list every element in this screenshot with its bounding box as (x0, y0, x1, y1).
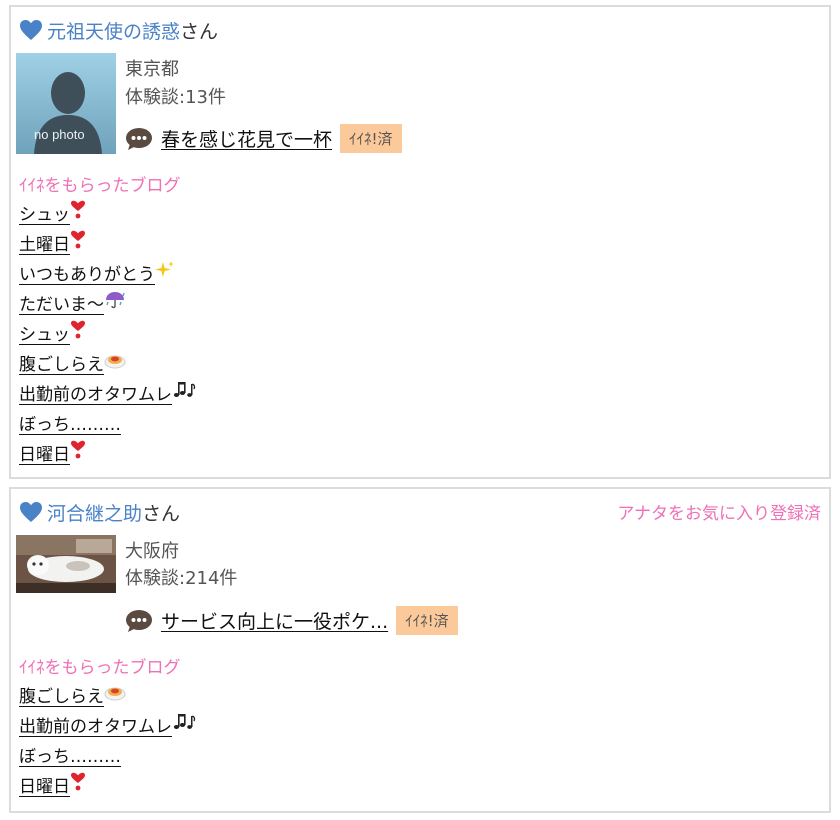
liked-blog-item: ぼっち……… (19, 742, 196, 772)
liked-blog-item: ぼっち……… (19, 410, 196, 440)
liked-blog-item: 土曜日 (19, 230, 196, 260)
favorite-status: アナタをお気に入り登録済 (617, 504, 821, 524)
prefecture: 東京都 (125, 59, 179, 80)
musical-notes-icon (172, 380, 196, 410)
review-count: 体験談:214件 (125, 568, 238, 589)
spaghetti-icon (104, 682, 126, 712)
honorific: さん (142, 502, 181, 525)
liked-blog-item: 日曜日 (19, 772, 196, 802)
liked-blog-link[interactable]: シュッ (19, 320, 86, 345)
user-name-row: 河合継之助 さん (19, 499, 180, 525)
avatar[interactable] (16, 535, 116, 593)
liked-blog-item: 出勤前のオタワムレ (19, 380, 196, 410)
latest-blog-row: サービス向上に一役ポケ... ｲｲﾈ!済 (125, 606, 458, 635)
liked-blog-link[interactable]: 出勤前のオタワムレ (19, 714, 196, 737)
liked-blog-item: 出勤前のオタワムレ (19, 712, 196, 742)
user-name-link[interactable]: 河合継之助 (47, 499, 142, 526)
user-card: 河合継之助 さん アナタをお気に入り登録済 大阪府 体験談:214件 サービス向… (9, 487, 831, 813)
speech-bubble-icon (126, 609, 152, 632)
heart-icon (20, 502, 42, 522)
liked-blog-item: 腹ごしらえ (19, 350, 196, 380)
liked-blog-link[interactable]: 腹ごしらえ (19, 687, 126, 707)
iine-done-badge: ｲｲﾈ!済 (396, 606, 458, 635)
liked-blog-item: 腹ごしらえ (19, 682, 196, 712)
iine-done-badge: ｲｲﾈ!済 (340, 124, 402, 153)
spaghetti-icon (104, 350, 126, 380)
latest-blog-link[interactable]: 春を感じ花見で一杯 (161, 125, 332, 152)
latest-blog-row: 春を感じ花見で一杯 ｲｲﾈ!済 (125, 124, 402, 153)
user-card: 元祖天使の誘惑 さん no photo 東京都 体験談:13件 春を感じ花見で一… (9, 5, 831, 479)
prefecture: 大阪府 (125, 541, 179, 562)
avatar-caption: no photo (34, 127, 85, 142)
liked-blog-link[interactable]: 土曜日 (19, 230, 86, 255)
avatar[interactable]: no photo (16, 53, 116, 154)
honorific: さん (180, 20, 219, 43)
liked-blog-item: いつもありがとう (19, 260, 196, 290)
liked-blogs-heading: ｲｲﾈをもらったブログ (19, 658, 181, 678)
liked-blog-item: シュッ (19, 200, 196, 230)
review-count: 体験談:13件 (125, 87, 226, 108)
liked-blog-link[interactable]: 日曜日 (19, 772, 86, 797)
heart-exclamation-icon (70, 230, 86, 260)
liked-blog-link[interactable]: シュッ (19, 200, 86, 225)
heart-exclamation-icon (70, 320, 86, 350)
umbrella-rain-icon (104, 290, 126, 320)
user-name-row: 元祖天使の誘惑 さん (19, 17, 218, 43)
liked-blog-item: ただいま〜 (19, 290, 196, 320)
liked-blog-link[interactable]: 日曜日 (19, 440, 86, 465)
heart-exclamation-icon (70, 440, 86, 470)
musical-notes-icon (172, 712, 196, 742)
heart-icon (20, 20, 42, 40)
liked-blog-link[interactable]: ぼっち……… (19, 747, 121, 767)
heart-exclamation-icon (70, 200, 86, 230)
liked-blogs-heading: ｲｲﾈをもらったブログ (19, 176, 181, 196)
liked-blog-item: 日曜日 (19, 440, 196, 470)
sparkles-icon (155, 260, 175, 290)
heart-exclamation-icon (70, 772, 86, 802)
liked-blog-list: 腹ごしらえ出勤前のオタワムレ ぼっち……… 日曜日 (19, 682, 196, 802)
liked-blog-item: シュッ (19, 320, 196, 350)
liked-blog-link[interactable]: ただいま〜 (19, 292, 126, 315)
liked-blog-link[interactable]: いつもありがとう (19, 261, 175, 285)
liked-blog-list: シュッ 土曜日 いつもありがとう ただいま〜 シュッ 腹ごしらえ 出勤前のオタワムレ ぼっち…… (19, 200, 196, 470)
user-name-link[interactable]: 元祖天使の誘惑 (47, 17, 180, 44)
speech-bubble-icon (126, 127, 152, 150)
liked-blog-link[interactable]: 腹ごしらえ (19, 355, 126, 375)
liked-blog-link[interactable]: 出勤前のオタワムレ (19, 382, 196, 405)
liked-blog-link[interactable]: ぼっち……… (19, 415, 121, 435)
latest-blog-link[interactable]: サービス向上に一役ポケ... (161, 607, 388, 634)
